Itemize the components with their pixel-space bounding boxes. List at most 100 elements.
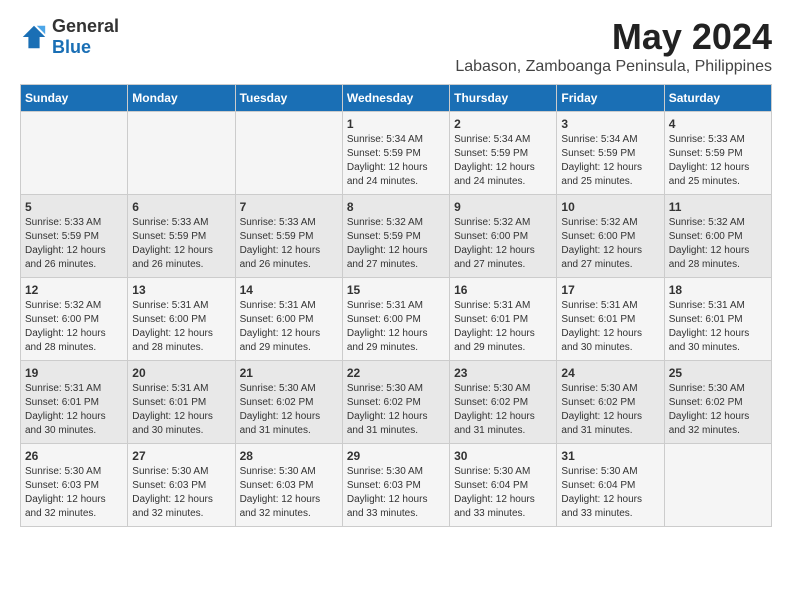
day-info: Sunrise: 5:31 AM Sunset: 6:00 PM Dayligh… — [132, 299, 230, 355]
calendar-cell-w2-d5: 10Sunrise: 5:32 AM Sunset: 6:00 PM Dayli… — [557, 195, 664, 278]
day-info: Sunrise: 5:30 AM Sunset: 6:04 PM Dayligh… — [454, 465, 552, 521]
day-info: Sunrise: 5:32 AM Sunset: 6:00 PM Dayligh… — [561, 216, 659, 272]
header-sunday: Sunday — [21, 85, 128, 112]
calendar-cell-w2-d1: 6 Sunrise: 5:33 AM Sunset: 5:59 PM Daylig… — [128, 195, 235, 278]
day-info: Sunrise: 5:34 AM Sunset: 5:59 PM Dayligh… — [561, 133, 659, 189]
logo: General Blue — [20, 16, 119, 58]
day-number: 17 — [561, 283, 659, 297]
logo-icon — [20, 23, 48, 51]
day-number: 20 — [132, 366, 230, 380]
calendar-cell-w2-d6: 11 Sunrise: 5:32 AM Sunset: 6:00 PM Dayli… — [664, 195, 771, 278]
calendar-cell-w4-d4: 23Sunrise: 5:30 AM Sunset: 6:02 PM Dayli… — [450, 361, 557, 444]
day-number: 6 — [132, 200, 230, 214]
calendar-cell-w2-d3: 8Sunrise: 5:32 AM Sunset: 5:59 PM Daylig… — [342, 195, 449, 278]
calendar-cell-w5-d2: 28 Sunrise: 5:30 AM Sunset: 6:03 PM Dayli… — [235, 444, 342, 527]
calendar-cell-w3-d6: 18 Sunrise: 5:31 AM Sunset: 6:01 PM Dayli… — [664, 278, 771, 361]
main-title: May 2024 — [455, 16, 772, 58]
day-number: 5 — [25, 200, 123, 214]
day-number: 28 — [240, 449, 338, 463]
calendar-cell-w5-d6 — [664, 444, 771, 527]
header-tuesday: Tuesday — [235, 85, 342, 112]
day-info: Sunrise: 5:32 AM Sunset: 6:00 PM Dayligh… — [25, 299, 123, 355]
day-number: 8 — [347, 200, 445, 214]
day-info: Sunrise: 5:31 AM Sunset: 6:01 PM Dayligh… — [25, 382, 123, 438]
day-info: Sunrise: 5:30 AM Sunset: 6:03 PM Dayligh… — [25, 465, 123, 521]
calendar-cell-w2-d0: 5 Sunrise: 5:33 AM Sunset: 5:59 PM Daylig… — [21, 195, 128, 278]
calendar-cell-w4-d0: 19 Sunrise: 5:31 AM Sunset: 6:01 PM Dayli… — [21, 361, 128, 444]
calendar-cell-w4-d2: 21Sunrise: 5:30 AM Sunset: 6:02 PM Dayli… — [235, 361, 342, 444]
header-saturday: Saturday — [664, 85, 771, 112]
day-info: Sunrise: 5:30 AM Sunset: 6:02 PM Dayligh… — [347, 382, 445, 438]
calendar-cell-w2-d2: 7 Sunrise: 5:33 AM Sunset: 5:59 PM Daylig… — [235, 195, 342, 278]
day-info: Sunrise: 5:30 AM Sunset: 6:04 PM Dayligh… — [561, 465, 659, 521]
calendar-cell-w5-d0: 26Sunrise: 5:30 AM Sunset: 6:03 PM Dayli… — [21, 444, 128, 527]
page-header: General Blue May 2024 Labason, Zamboanga… — [20, 16, 772, 76]
calendar-cell-w1-d0 — [21, 112, 128, 195]
logo-general: General — [52, 16, 119, 36]
week-row-2: 5 Sunrise: 5:33 AM Sunset: 5:59 PM Daylig… — [21, 195, 772, 278]
week-row-3: 12 Sunrise: 5:32 AM Sunset: 6:00 PM Dayli… — [21, 278, 772, 361]
calendar-cell-w5-d3: 29Sunrise: 5:30 AM Sunset: 6:03 PM Dayli… — [342, 444, 449, 527]
day-number: 3 — [561, 117, 659, 131]
day-info: Sunrise: 5:33 AM Sunset: 5:59 PM Dayligh… — [25, 216, 123, 272]
day-info: Sunrise: 5:30 AM Sunset: 6:02 PM Dayligh… — [561, 382, 659, 438]
calendar-cell-w2-d4: 9 Sunrise: 5:32 AM Sunset: 6:00 PM Daylig… — [450, 195, 557, 278]
calendar-cell-w5-d1: 27 Sunrise: 5:30 AM Sunset: 6:03 PM Dayli… — [128, 444, 235, 527]
day-info: Sunrise: 5:32 AM Sunset: 6:00 PM Dayligh… — [669, 216, 767, 272]
logo-text: General Blue — [52, 16, 119, 58]
day-info: Sunrise: 5:30 AM Sunset: 6:03 PM Dayligh… — [240, 465, 338, 521]
day-info: Sunrise: 5:31 AM Sunset: 6:01 PM Dayligh… — [132, 382, 230, 438]
day-number: 15 — [347, 283, 445, 297]
calendar-cell-w4-d3: 22 Sunrise: 5:30 AM Sunset: 6:02 PM Dayli… — [342, 361, 449, 444]
header-friday: Friday — [557, 85, 664, 112]
day-number: 24 — [561, 366, 659, 380]
day-info: Sunrise: 5:34 AM Sunset: 5:59 PM Dayligh… — [454, 133, 552, 189]
calendar-cell-w1-d6: 4 Sunrise: 5:33 AM Sunset: 5:59 PM Daylig… — [664, 112, 771, 195]
calendar-cell-w3-d1: 13Sunrise: 5:31 AM Sunset: 6:00 PM Dayli… — [128, 278, 235, 361]
calendar-cell-w1-d4: 2Sunrise: 5:34 AM Sunset: 5:59 PM Daylig… — [450, 112, 557, 195]
calendar-cell-w5-d4: 30 Sunrise: 5:30 AM Sunset: 6:04 PM Dayli… — [450, 444, 557, 527]
day-number: 27 — [132, 449, 230, 463]
day-info: Sunrise: 5:33 AM Sunset: 5:59 PM Dayligh… — [669, 133, 767, 189]
day-info: Sunrise: 5:33 AM Sunset: 5:59 PM Dayligh… — [132, 216, 230, 272]
day-info: Sunrise: 5:31 AM Sunset: 6:01 PM Dayligh… — [669, 299, 767, 355]
calendar-cell-w1-d5: 3 Sunrise: 5:34 AM Sunset: 5:59 PM Daylig… — [557, 112, 664, 195]
day-info: Sunrise: 5:31 AM Sunset: 6:01 PM Dayligh… — [454, 299, 552, 355]
day-number: 9 — [454, 200, 552, 214]
day-info: Sunrise: 5:31 AM Sunset: 6:01 PM Dayligh… — [561, 299, 659, 355]
calendar-cell-w3-d5: 17 Sunrise: 5:31 AM Sunset: 6:01 PM Dayli… — [557, 278, 664, 361]
day-number: 30 — [454, 449, 552, 463]
day-info: Sunrise: 5:30 AM Sunset: 6:03 PM Dayligh… — [347, 465, 445, 521]
day-number: 19 — [25, 366, 123, 380]
day-number: 22 — [347, 366, 445, 380]
day-info: Sunrise: 5:33 AM Sunset: 5:59 PM Dayligh… — [240, 216, 338, 272]
subtitle: Labason, Zamboanga Peninsula, Philippine… — [455, 58, 772, 76]
calendar-cell-w3-d0: 12 Sunrise: 5:32 AM Sunset: 6:00 PM Dayli… — [21, 278, 128, 361]
day-number: 14 — [240, 283, 338, 297]
day-info: Sunrise: 5:31 AM Sunset: 6:00 PM Dayligh… — [240, 299, 338, 355]
week-row-1: 1Sunrise: 5:34 AM Sunset: 5:59 PM Daylig… — [21, 112, 772, 195]
day-info: Sunrise: 5:32 AM Sunset: 6:00 PM Dayligh… — [454, 216, 552, 272]
day-number: 25 — [669, 366, 767, 380]
calendar-body: 1Sunrise: 5:34 AM Sunset: 5:59 PM Daylig… — [21, 112, 772, 527]
day-number: 18 — [669, 283, 767, 297]
day-info: Sunrise: 5:31 AM Sunset: 6:00 PM Dayligh… — [347, 299, 445, 355]
day-info: Sunrise: 5:30 AM Sunset: 6:02 PM Dayligh… — [240, 382, 338, 438]
header-monday: Monday — [128, 85, 235, 112]
calendar-cell-w5-d5: 31 Sunrise: 5:30 AM Sunset: 6:04 PM Dayli… — [557, 444, 664, 527]
calendar-cell-w1-d1 — [128, 112, 235, 195]
day-info: Sunrise: 5:30 AM Sunset: 6:02 PM Dayligh… — [669, 382, 767, 438]
day-number: 4 — [669, 117, 767, 131]
day-number: 7 — [240, 200, 338, 214]
day-info: Sunrise: 5:30 AM Sunset: 6:03 PM Dayligh… — [132, 465, 230, 521]
day-number: 31 — [561, 449, 659, 463]
title-block: May 2024 Labason, Zamboanga Peninsula, P… — [455, 16, 772, 76]
calendar-cell-w3-d2: 14 Sunrise: 5:31 AM Sunset: 6:00 PM Dayli… — [235, 278, 342, 361]
calendar-cell-w4-d5: 24 Sunrise: 5:30 AM Sunset: 6:02 PM Dayli… — [557, 361, 664, 444]
header-thursday: Thursday — [450, 85, 557, 112]
calendar-cell-w3-d3: 15 Sunrise: 5:31 AM Sunset: 6:00 PM Dayli… — [342, 278, 449, 361]
week-row-4: 19 Sunrise: 5:31 AM Sunset: 6:01 PM Dayli… — [21, 361, 772, 444]
day-number: 12 — [25, 283, 123, 297]
day-number: 11 — [669, 200, 767, 214]
logo-blue: Blue — [52, 37, 91, 57]
